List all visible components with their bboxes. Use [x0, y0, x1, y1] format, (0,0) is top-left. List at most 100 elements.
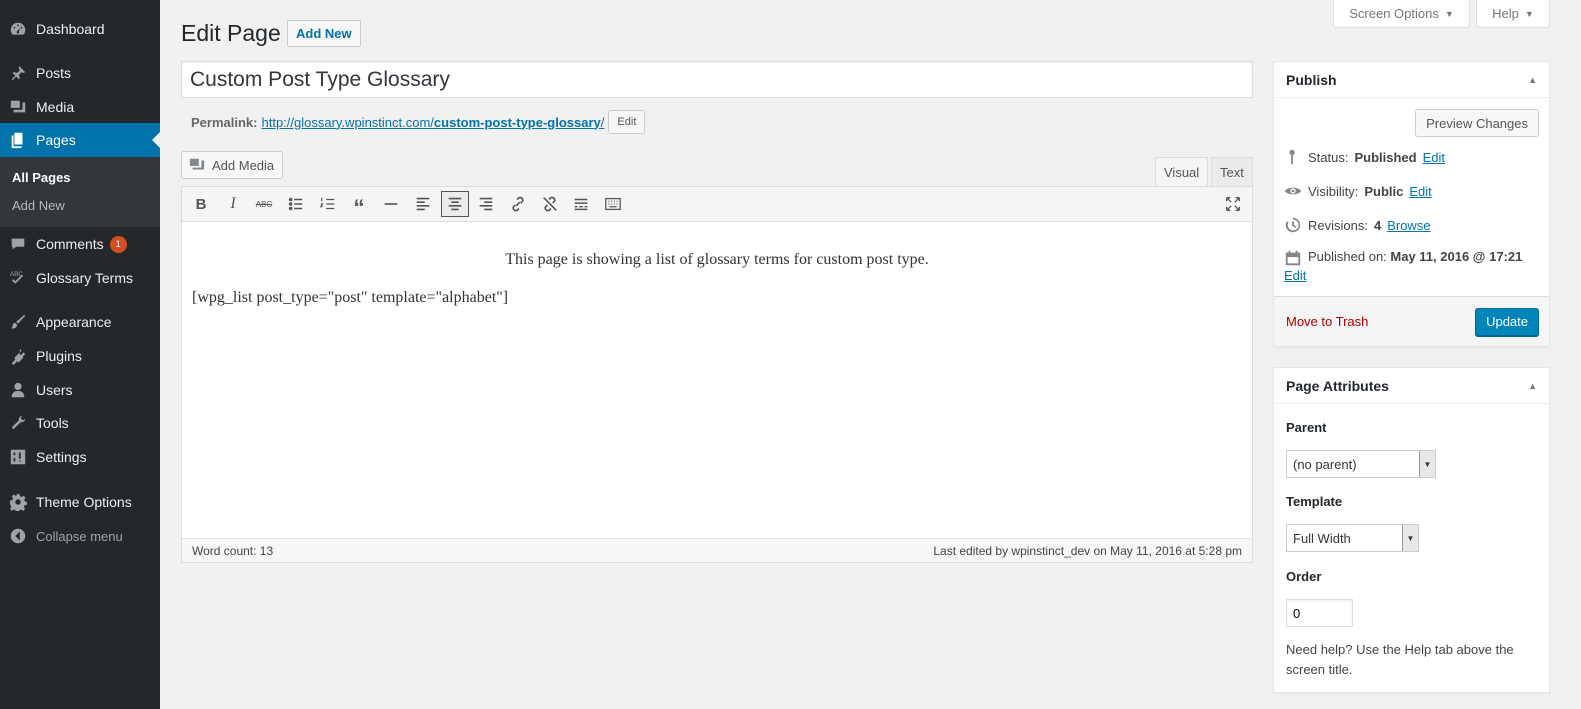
- collapse-arrow-icon[interactable]: ▲: [1528, 75, 1537, 85]
- editor-status-bar: Word count: 13 Last edited by wpinstinct…: [182, 538, 1252, 562]
- strikethrough-button[interactable]: ABC: [250, 191, 278, 217]
- update-button[interactable]: Update: [1475, 307, 1539, 336]
- visibility-value: Public: [1364, 183, 1404, 199]
- menu-label: Glossary Terms: [36, 270, 133, 286]
- permalink-edit-button[interactable]: Edit: [608, 110, 646, 134]
- menu-label: Tools: [36, 415, 69, 431]
- brush-icon: [0, 313, 36, 331]
- history-icon: [1285, 217, 1301, 233]
- order-input[interactable]: [1286, 599, 1353, 627]
- pages-submenu: All Pages Add New: [0, 157, 160, 227]
- calendar-icon: [1285, 250, 1301, 266]
- published-on-edit-link[interactable]: Edit: [1284, 268, 1306, 283]
- align-center-button[interactable]: [441, 191, 469, 217]
- menu-tools[interactable]: Tools: [0, 406, 160, 440]
- add-media-label: Add Media: [212, 157, 275, 173]
- align-right-icon: [479, 197, 493, 211]
- permalink-base: http://glossary.wpinstinct.com/: [261, 114, 434, 130]
- admin-sidebar: Dashboard Posts Media Pages All Pages Ad…: [0, 0, 160, 709]
- read-more-icon: [574, 198, 588, 211]
- submenu-all-pages[interactable]: All Pages: [12, 170, 71, 185]
- menu-label: Plugins: [36, 348, 82, 364]
- tab-text[interactable]: Text: [1211, 157, 1253, 187]
- strikethrough-icon: ABC: [255, 199, 273, 209]
- numbered-list-icon: [319, 197, 335, 210]
- menu-label: Comments: [36, 236, 104, 252]
- add-media-button[interactable]: Add Media: [181, 151, 284, 179]
- bold-button[interactable]: B: [187, 191, 215, 217]
- align-center-icon: [448, 197, 462, 211]
- publish-actions: Move to Trash Update: [1274, 296, 1549, 346]
- menu-media[interactable]: Media: [0, 90, 160, 124]
- menu-label: Settings: [36, 449, 87, 465]
- editor-content-area[interactable]: This page is showing a list of glossary …: [192, 251, 1242, 307]
- revisions-browse-link[interactable]: Browse: [1387, 218, 1430, 233]
- screen-options-label: Screen Options: [1349, 6, 1439, 21]
- status-edit-link[interactable]: Edit: [1423, 150, 1445, 165]
- menu-glossary-terms[interactable]: ABC Glossary Terms: [0, 261, 160, 295]
- help-button[interactable]: Help ▼: [1476, 0, 1550, 28]
- menu-posts[interactable]: Posts: [0, 56, 160, 90]
- tab-visual[interactable]: Visual: [1155, 157, 1209, 187]
- toolbar-toggle-button[interactable]: [599, 191, 627, 217]
- menu-label: Media: [36, 99, 75, 115]
- word-count: Word count: 13: [192, 543, 274, 558]
- add-new-button[interactable]: Add New: [287, 20, 361, 47]
- visibility-edit-link[interactable]: Edit: [1409, 184, 1431, 199]
- caret-down-icon: ▼: [1444, 8, 1454, 19]
- wrench-icon: [0, 414, 36, 432]
- parent-select-value: (no parent): [1293, 456, 1357, 472]
- insert-link-button[interactable]: [504, 191, 532, 217]
- menu-plugins[interactable]: Plugins: [0, 339, 160, 373]
- plug-icon: [0, 347, 36, 365]
- permalink-slug: custom-post-type-glossary: [433, 114, 601, 130]
- content-editor: B I ABC “ This page is showing a list of…: [181, 186, 1253, 563]
- publish-box-title: Publish: [1286, 71, 1337, 88]
- submenu-add-new[interactable]: Add New: [12, 198, 65, 213]
- eye-icon: [1284, 187, 1302, 195]
- menu-dashboard[interactable]: Dashboard: [0, 12, 160, 46]
- permalink-link[interactable]: http://glossary.wpinstinct.com/custom-po…: [261, 115, 604, 130]
- menu-label: Theme Options: [36, 494, 132, 510]
- revisions-value: 4: [1373, 217, 1382, 233]
- align-left-button[interactable]: [409, 191, 437, 217]
- chevron-down-icon: ▼: [1402, 525, 1418, 551]
- move-to-trash-link[interactable]: Move to Trash: [1286, 314, 1368, 329]
- quote-icon: “: [353, 195, 365, 220]
- screen-options-button[interactable]: Screen Options ▼: [1333, 0, 1470, 28]
- menu-pages[interactable]: Pages: [0, 123, 160, 157]
- read-more-button[interactable]: [567, 191, 595, 217]
- status-row: Status: Published Edit: [1284, 148, 1445, 166]
- page-attributes-title: Page Attributes: [1286, 377, 1389, 394]
- gear-icon: [0, 493, 36, 511]
- remove-link-button[interactable]: [536, 191, 564, 217]
- menu-users[interactable]: Users: [0, 373, 160, 407]
- italic-button[interactable]: I: [219, 191, 247, 217]
- fullscreen-button[interactable]: [1219, 191, 1247, 217]
- content-shortcode: [wpg_list post_type="post" template="alp…: [192, 289, 509, 306]
- bullet-list-button[interactable]: [282, 191, 310, 217]
- last-edited: Last edited by wpinstinct_dev on May 11,…: [933, 543, 1242, 558]
- collapse-menu-button[interactable]: Collapse menu: [0, 519, 160, 553]
- menu-settings[interactable]: Settings: [0, 440, 160, 474]
- collapse-arrow-icon[interactable]: ▲: [1528, 381, 1537, 391]
- menu-appearance[interactable]: Appearance: [0, 305, 160, 339]
- blockquote-button[interactable]: “: [345, 191, 373, 220]
- parent-select[interactable]: (no parent) ▼: [1286, 450, 1436, 478]
- pages-icon: [0, 131, 36, 149]
- published-on-value: May 11, 2016 @ 17:21: [1390, 249, 1523, 264]
- preview-changes-button[interactable]: Preview Changes: [1415, 109, 1539, 137]
- numbered-list-button[interactable]: [314, 191, 342, 217]
- menu-comments[interactable]: Comments 1: [0, 227, 160, 261]
- menu-theme-options[interactable]: Theme Options: [0, 485, 160, 519]
- template-select-value: Full Width: [1293, 530, 1351, 546]
- publish-box-header[interactable]: Publish ▲: [1274, 62, 1549, 98]
- publish-box: Publish ▲ Preview Changes Status: Publis…: [1273, 61, 1550, 347]
- align-left-icon: [416, 197, 430, 211]
- template-select[interactable]: Full Width ▼: [1286, 524, 1419, 552]
- horizontal-line-button[interactable]: [377, 191, 405, 217]
- post-title-input[interactable]: [181, 61, 1253, 98]
- link-icon: [512, 196, 524, 212]
- align-right-button[interactable]: [472, 191, 500, 217]
- page-attributes-header[interactable]: Page Attributes ▲: [1274, 368, 1549, 404]
